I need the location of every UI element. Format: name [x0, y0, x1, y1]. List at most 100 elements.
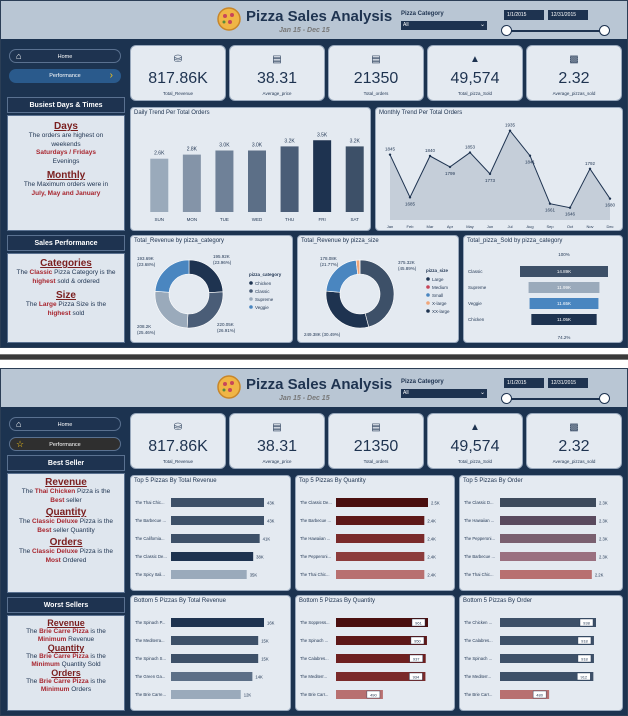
x-tick-label: Apr: [447, 224, 454, 229]
date-end-input[interactable]: 12/31/2015: [548, 378, 588, 388]
legend-marker: [426, 293, 430, 297]
days-heading: Days: [54, 121, 78, 132]
date-start-input[interactable]: 1/1/2015: [504, 10, 544, 20]
bar-data-label: 15K: [261, 638, 269, 643]
date-slider-track[interactable]: [507, 398, 605, 400]
days-highlight: Saturdays / Fridays: [36, 149, 96, 156]
trend-point: [468, 151, 472, 154]
trend-point: [408, 196, 412, 199]
category-filter-dropdown[interactable]: All ⌄: [401, 389, 487, 398]
clipboard-icon: ▤: [371, 422, 381, 433]
daily-trend-chart: 2.6K SUN 2.8K MON 3.0K TUE 3.0K WED 3.2K THU 3.5K F…: [150, 132, 364, 222]
sales-performance-box: Categories The Classic Pizza Category is…: [7, 253, 125, 343]
busiest-days-heading: Busiest Days & Times: [7, 97, 125, 113]
bar-data-label: 3.0K: [219, 143, 230, 149]
hbar: [171, 636, 259, 645]
date-start-input[interactable]: 1/1/2015: [504, 378, 544, 388]
kpi-label: Total_orders: [363, 459, 389, 464]
pizza-logo-icon: [217, 375, 241, 399]
category-label: The Spinach ...: [300, 638, 328, 643]
hbar: [171, 618, 264, 627]
hbar: [171, 498, 264, 507]
hbar: [500, 516, 596, 525]
monthly-heading: Monthly: [46, 170, 86, 181]
bar-data-label: 11.05K: [557, 317, 571, 322]
worst-sellers-box: Revenue The Brie Carre Pizza is the Mini…: [7, 615, 125, 711]
category-label: The Chicken ...: [464, 620, 492, 625]
kpi-average-pizzas-sold: ▩ 2.32 Average_pizzas_sold: [526, 45, 622, 101]
point-data-label: 1661: [545, 208, 556, 213]
slice-data-label: 375.32K: [398, 260, 415, 265]
kpi-value: 21350: [353, 70, 399, 87]
hbar: [336, 552, 425, 561]
categories-heading: Categories: [40, 258, 92, 269]
worst-revenue-text: The Brie Carre Pizza is the Minimum Reve…: [26, 628, 106, 643]
nav-performance-button[interactable]: ☆ Performance: [9, 437, 121, 451]
hbar: [500, 498, 596, 507]
slice-data-label: 208.2K: [137, 324, 151, 329]
date-slider-start-handle[interactable]: [501, 25, 512, 36]
bar-data-label: 2.3K: [599, 536, 608, 541]
sales-performance-heading: Sales Performance: [7, 235, 125, 251]
clipboard-icon: ▤: [371, 54, 381, 65]
daily-bar: [215, 150, 234, 212]
nav-performance-button[interactable]: Performance ›: [9, 69, 121, 83]
kpi-label: Total_Revenue: [162, 91, 194, 96]
nav-performance-label: Performance: [49, 442, 81, 448]
bar-data-label: 934: [413, 674, 420, 679]
slice-data-label: 178.08K: [320, 256, 337, 261]
category-label: The Pepperoni...: [464, 536, 495, 541]
trend-point: [428, 154, 432, 158]
chart-title: Daily Trend Per Total Orders: [134, 110, 210, 116]
category-label: The Classic D...: [464, 500, 494, 505]
date-slider-track[interactable]: [507, 30, 605, 32]
nav-home-button[interactable]: ⌂ Home: [9, 49, 121, 63]
bar-data-label: 16K: [267, 620, 275, 625]
bar-data-label: 938: [583, 620, 590, 625]
x-tick-label: Jul: [507, 224, 512, 229]
money-bag-icon: ⛁: [173, 54, 183, 65]
point-data-label: 1841: [525, 160, 536, 165]
chart-title: Top 5 Pizzas By Total Revenue: [134, 478, 217, 484]
bar-data-label: 2.6K: [154, 151, 165, 157]
chart-title: Monthly Trend Per Total Orders: [379, 110, 463, 116]
category-label: The Pepperoni...: [300, 554, 331, 559]
kpi-total-pizza-sold: ▲ 49,574 Total_pizza_Sold: [427, 413, 523, 469]
slice-data-label: 193.69K: [137, 256, 154, 261]
legend-marker: [426, 285, 430, 289]
daily-bar: [182, 154, 201, 212]
trend-point: [448, 165, 452, 169]
kpi-total-pizza-sold: ▲ 49,574 Total_pizza_Sold: [427, 45, 523, 101]
orders-text: The Classic Deluxe Pizza is the Most Ord…: [19, 548, 113, 564]
bar-data-label: 11.65K: [557, 301, 571, 306]
daily-bar: [313, 140, 332, 212]
bar-data-label: 912: [580, 674, 587, 679]
bar-data-label: 38K: [256, 554, 264, 559]
x-tick-label: Mar: [427, 224, 435, 229]
hbar: [336, 570, 425, 579]
date-slider-start-handle[interactable]: [501, 393, 512, 404]
category-filter-dropdown[interactable]: All ⌄: [401, 21, 487, 30]
page-title: Pizza Sales Analysis: [246, 8, 393, 25]
chart-title: Bottom 5 Pizzas By Quantity: [299, 598, 376, 604]
point-data-label: 1680: [605, 203, 616, 208]
bottom5-order-panel: Bottom 5 Pizzas By Order The Chicken ... 9…: [459, 595, 623, 711]
date-slider-end-handle[interactable]: [599, 25, 610, 36]
slice-data-label: 220.05K: [217, 322, 234, 327]
category-label: The Spinach P...: [135, 620, 165, 625]
x-tick-label: Dec: [606, 224, 613, 229]
kpi-label: Average_pizzas_sold: [552, 91, 596, 96]
date-end-input[interactable]: 12/31/2015: [548, 10, 588, 20]
category-label: The Mediterr...: [300, 674, 327, 679]
nav-home-button[interactable]: ⌂ Home: [9, 417, 121, 431]
trend-point: [608, 197, 612, 200]
bar-data-label: 3.2K: [284, 138, 295, 144]
date-slider-end-handle[interactable]: [599, 393, 610, 404]
kpi-value: 2.32: [558, 438, 590, 455]
bar-data-label: 14.89K: [557, 269, 571, 274]
trend-point: [588, 167, 592, 170]
best-seller-box: Revenue The Thai Chicken Pizza is the Be…: [7, 473, 125, 593]
slice-data-label: (23.96%): [213, 260, 232, 265]
monthly-highlight: July, May and January: [31, 189, 101, 197]
x-tick-label: Aug: [526, 224, 533, 229]
